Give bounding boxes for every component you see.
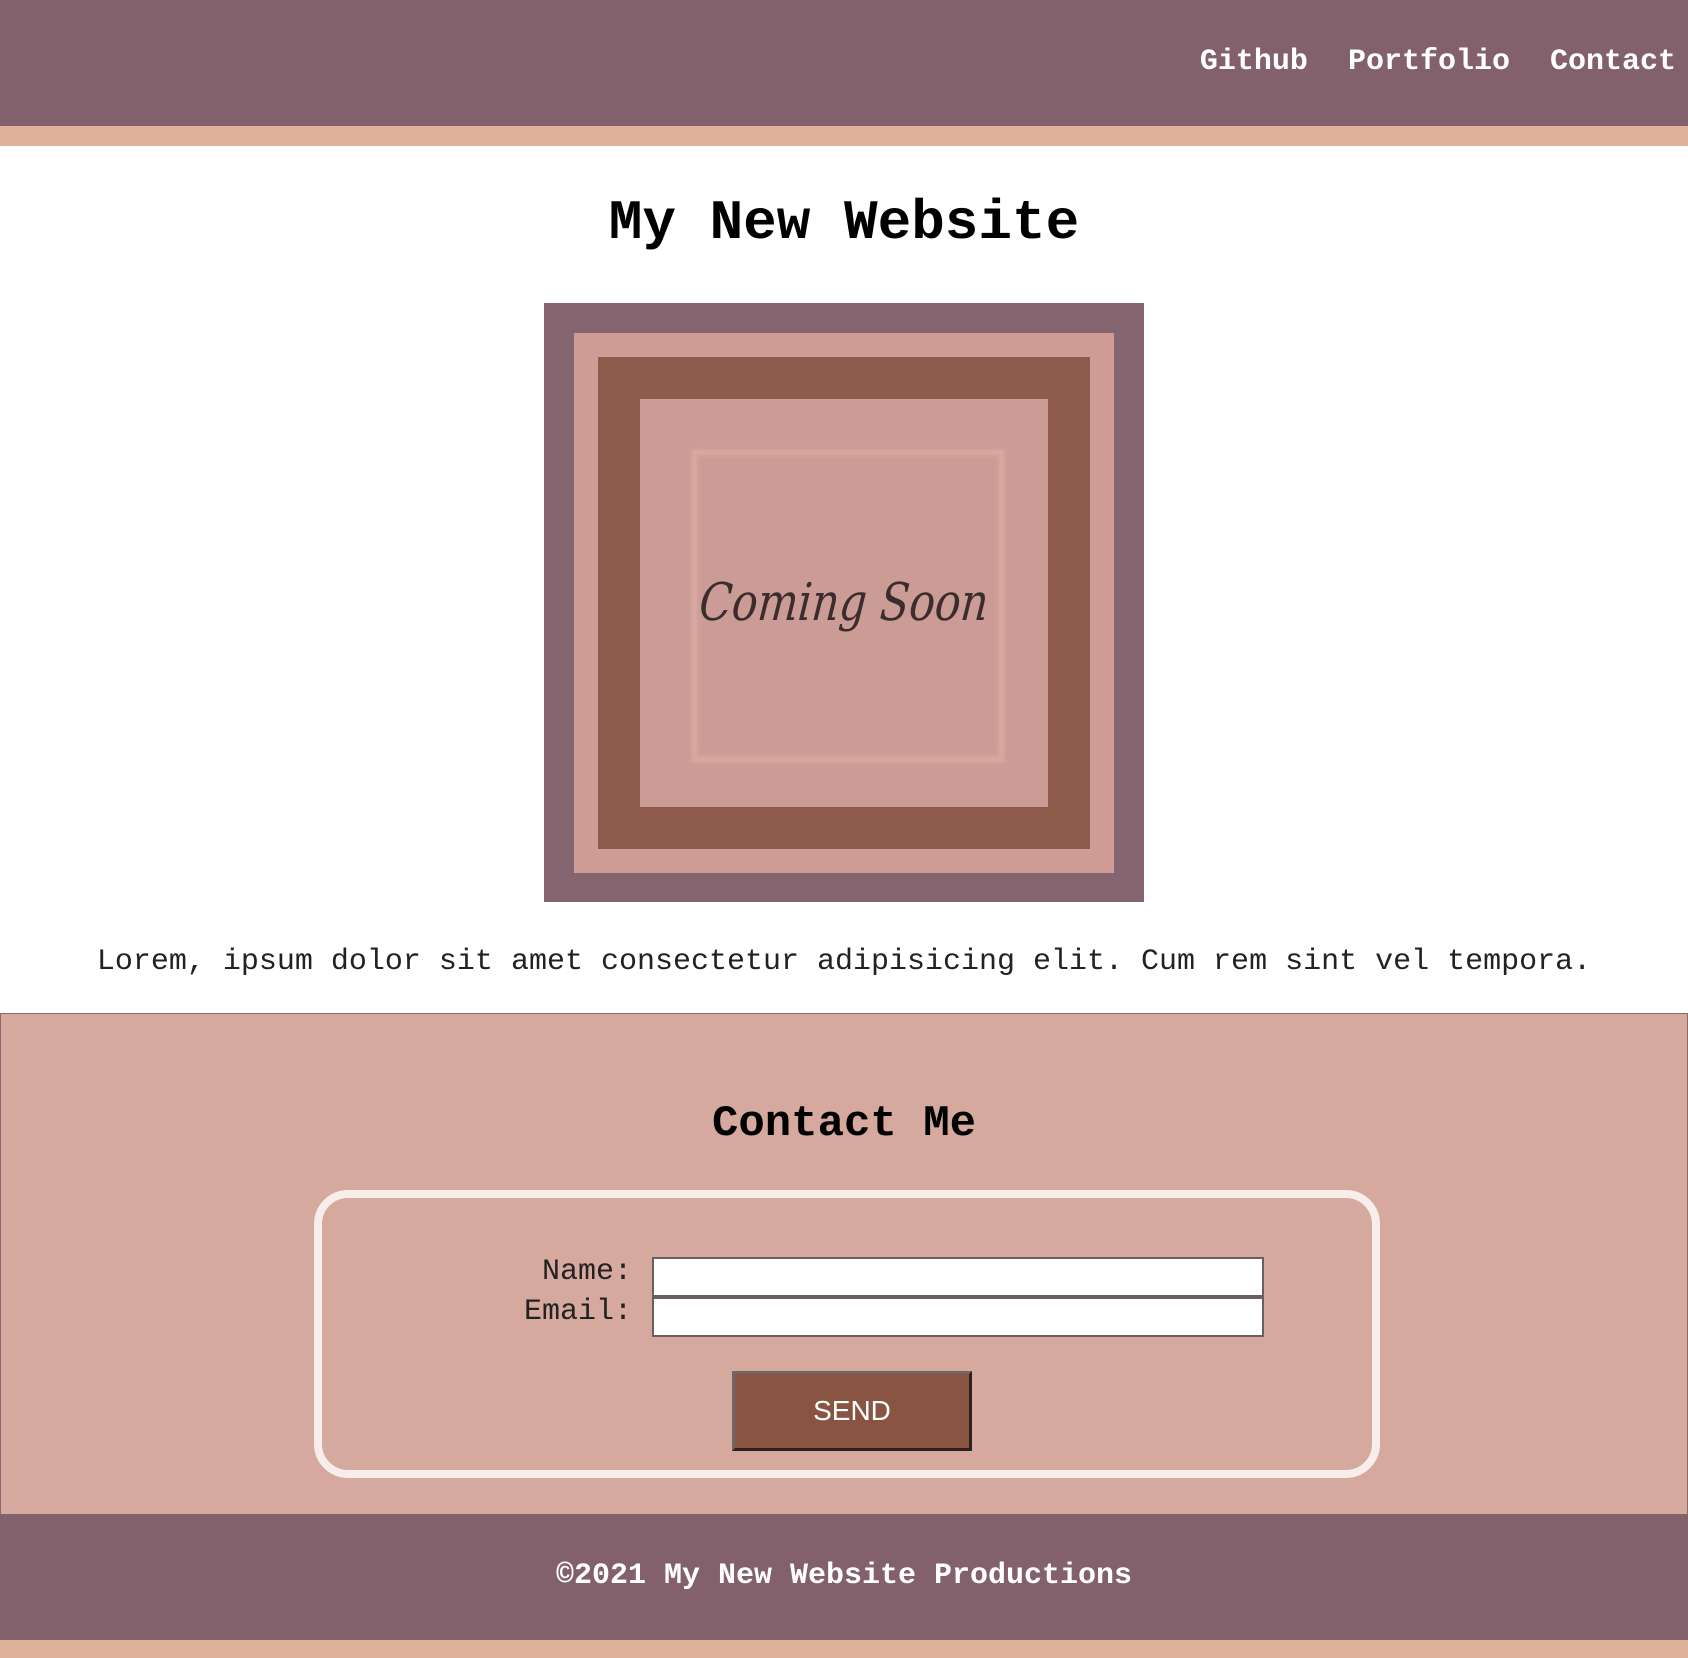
contact-section: Contact Me Name: Email: SEND xyxy=(0,1013,1688,1515)
email-input[interactable] xyxy=(652,1297,1264,1337)
contact-form: Name: Email: SEND xyxy=(314,1190,1380,1478)
nav-link-github[interactable]: Github xyxy=(1200,42,1308,82)
contact-title: Contact Me xyxy=(711,1099,977,1149)
site-footer: ©2021 My New Website Productions xyxy=(0,1514,1688,1640)
header-accent-stripe xyxy=(0,126,1688,146)
intro-paragraph: Lorem, ipsum dolor sit amet consectetur … xyxy=(96,945,1592,979)
name-input[interactable] xyxy=(652,1257,1264,1297)
hero-coming-soon-text: Coming Soon xyxy=(697,573,991,633)
footer-copyright: ©2021 My New Website Productions xyxy=(555,1559,1133,1593)
footer-accent-stripe xyxy=(0,1640,1688,1658)
site-header: Github Portfolio Contact xyxy=(0,0,1688,126)
page-title: My New Website xyxy=(608,191,1080,255)
main-nav: Github Portfolio Contact xyxy=(1200,42,1676,82)
hero-image: Coming Soon xyxy=(544,303,1144,902)
nav-link-portfolio[interactable]: Portfolio xyxy=(1348,42,1510,82)
name-label: Name: xyxy=(541,1255,632,1289)
email-label: Email: xyxy=(523,1295,632,1329)
nav-link-contact[interactable]: Contact xyxy=(1550,42,1676,82)
send-button[interactable]: SEND xyxy=(732,1371,972,1451)
